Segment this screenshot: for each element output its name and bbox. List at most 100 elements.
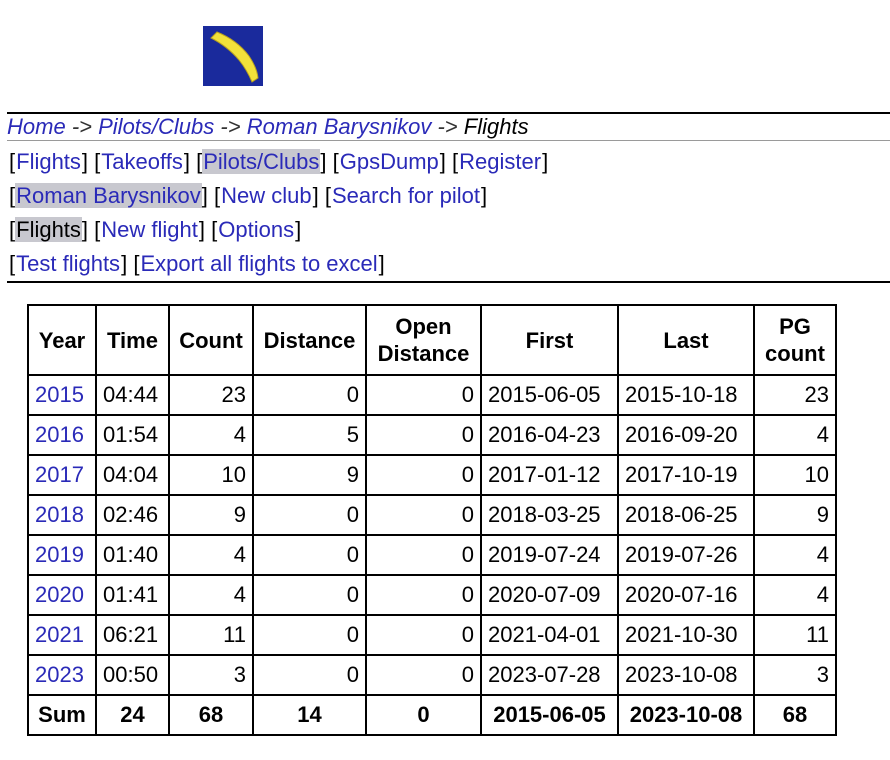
table-row: 2019 01:40 4 0 0 2019-07-24 2019-07-26 4 xyxy=(27,534,837,576)
time-cell: 06:21 xyxy=(95,614,170,656)
export-nav: [Test flights] [Export all flights to ex… xyxy=(9,251,385,276)
first-cell: 2015-06-05 xyxy=(480,374,619,416)
year-cell: 2023 xyxy=(27,654,97,696)
last-cell: 2023-10-08 xyxy=(617,654,755,696)
nav-pilot-flights-link[interactable]: Flights xyxy=(15,217,82,242)
pg-count-header-line1: PG xyxy=(779,314,811,339)
nav-new-flight-link[interactable]: New flight xyxy=(100,217,199,242)
year-cell: 2018 xyxy=(27,494,97,536)
sum-row: Sum 24 68 14 0 2015-06-05 2023-10-08 68 xyxy=(27,694,837,736)
first-header: First xyxy=(480,304,619,376)
first-cell: 2018-03-25 xyxy=(480,494,619,536)
nav-new-club-link[interactable]: New club xyxy=(220,183,312,208)
pg-count-cell: 3 xyxy=(753,654,837,696)
open-distance-cell: 0 xyxy=(365,374,482,416)
nav-flights-link[interactable]: Flights xyxy=(15,149,82,174)
nav-test-flights-link[interactable]: Test flights xyxy=(15,251,121,276)
open-distance-header-line1: Open xyxy=(395,314,452,339)
year-link[interactable]: 2020 xyxy=(35,582,84,607)
count-cell: 23 xyxy=(168,374,254,416)
pg-count-cell: 4 xyxy=(753,574,837,616)
nav-options-link[interactable]: Options xyxy=(217,217,295,242)
table-row: 2017 04:04 10 9 0 2017-01-12 2017-10-19 … xyxy=(27,454,837,496)
time-header: Time xyxy=(95,304,170,376)
breadcrumb-home-link[interactable]: Home xyxy=(7,114,66,139)
distance-cell: 0 xyxy=(252,494,367,536)
first-cell: 2021-04-01 xyxy=(480,614,619,656)
sum-label: Sum xyxy=(27,694,97,736)
time-cell: 01:54 xyxy=(95,414,170,456)
open-distance-cell: 0 xyxy=(365,454,482,496)
flight-statistics-table: Year Time Count Distance Open Distance Fi… xyxy=(27,304,837,736)
last-cell: 2018-06-25 xyxy=(617,494,755,536)
nav-register-link[interactable]: Register xyxy=(458,149,542,174)
last-cell: 2017-10-19 xyxy=(617,454,755,496)
distance-cell: 0 xyxy=(252,534,367,576)
first-cell: 2019-07-24 xyxy=(480,534,619,576)
year-cell: 2016 xyxy=(27,414,97,456)
table-row: 2023 00:50 3 0 0 2023-07-28 2023-10-08 3 xyxy=(27,654,837,696)
breadcrumb-separator: -> xyxy=(71,114,92,139)
pilot-nav: [Roman Barysnikov] [New club] [Search fo… xyxy=(9,183,488,208)
nav-export-excel-link[interactable]: Export all flights to excel xyxy=(139,251,378,276)
year-cell: 2020 xyxy=(27,574,97,616)
count-cell: 11 xyxy=(168,614,254,656)
open-distance-header: Open Distance xyxy=(365,304,482,376)
last-cell: 2019-07-26 xyxy=(617,534,755,576)
year-link[interactable]: 2021 xyxy=(35,622,84,647)
pg-count-cell: 11 xyxy=(753,614,837,656)
year-link[interactable]: 2019 xyxy=(35,542,84,567)
distance-cell: 0 xyxy=(252,614,367,656)
year-header: Year xyxy=(27,304,97,376)
sum-first-cell: 2015-06-05 xyxy=(480,694,619,736)
time-cell: 01:40 xyxy=(95,534,170,576)
nav-divider xyxy=(7,281,890,283)
breadcrumb-pilot-link[interactable]: Roman Barysnikov xyxy=(247,114,432,139)
year-link[interactable]: 2016 xyxy=(35,422,84,447)
count-cell: 4 xyxy=(168,534,254,576)
nav-takeoffs-link[interactable]: Takeoffs xyxy=(100,149,184,174)
sum-last-cell: 2023-10-08 xyxy=(617,694,755,736)
breadcrumb-current: Flights xyxy=(463,114,529,139)
nav-pilot-link[interactable]: Roman Barysnikov xyxy=(15,183,202,208)
table-row: 2015 04:44 23 0 0 2015-06-05 2015-10-18 … xyxy=(27,374,837,416)
open-distance-cell: 0 xyxy=(365,654,482,696)
open-distance-header-line2: Distance xyxy=(377,341,470,366)
pg-count-header-line2: count xyxy=(765,341,825,366)
count-cell: 4 xyxy=(168,414,254,456)
last-cell: 2016-09-20 xyxy=(617,414,755,456)
open-distance-cell: 0 xyxy=(365,414,482,456)
distance-cell: 0 xyxy=(252,654,367,696)
breadcrumb-pilots-clubs-link[interactable]: Pilots/Clubs xyxy=(98,114,214,139)
distance-header: Distance xyxy=(252,304,367,376)
year-link[interactable]: 2023 xyxy=(35,662,84,687)
first-cell: 2016-04-23 xyxy=(480,414,619,456)
sum-time-cell: 24 xyxy=(95,694,170,736)
time-cell: 04:44 xyxy=(95,374,170,416)
last-cell: 2015-10-18 xyxy=(617,374,755,416)
last-cell: 2020-07-16 xyxy=(617,574,755,616)
table-row: 2016 01:54 4 5 0 2016-04-23 2016-09-20 4 xyxy=(27,414,837,456)
boomerang-logo-icon[interactable] xyxy=(203,26,263,86)
sum-open-distance-cell: 0 xyxy=(365,694,482,736)
year-link[interactable]: 2018 xyxy=(35,502,84,527)
breadcrumb-divider xyxy=(7,140,890,141)
year-link[interactable]: 2015 xyxy=(35,382,84,407)
nav-pilots-clubs-link[interactable]: Pilots/Clubs xyxy=(202,149,321,174)
open-distance-cell: 0 xyxy=(365,614,482,656)
time-cell: 00:50 xyxy=(95,654,170,696)
table-row: 2021 06:21 11 0 0 2021-04-01 2021-10-30 … xyxy=(27,614,837,656)
distance-cell: 0 xyxy=(252,574,367,616)
time-cell: 02:46 xyxy=(95,494,170,536)
year-cell: 2019 xyxy=(27,534,97,576)
year-link[interactable]: 2017 xyxy=(35,462,84,487)
open-distance-cell: 0 xyxy=(365,534,482,576)
sum-pg-count-cell: 68 xyxy=(753,694,837,736)
table-header-row: Year Time Count Distance Open Distance Fi… xyxy=(27,304,837,376)
nav-search-pilot-link[interactable]: Search for pilot xyxy=(331,183,481,208)
year-cell: 2017 xyxy=(27,454,97,496)
nav-gpsdump-link[interactable]: GpsDump xyxy=(339,149,440,174)
count-cell: 9 xyxy=(168,494,254,536)
last-header: Last xyxy=(617,304,755,376)
pg-count-cell: 4 xyxy=(753,534,837,576)
